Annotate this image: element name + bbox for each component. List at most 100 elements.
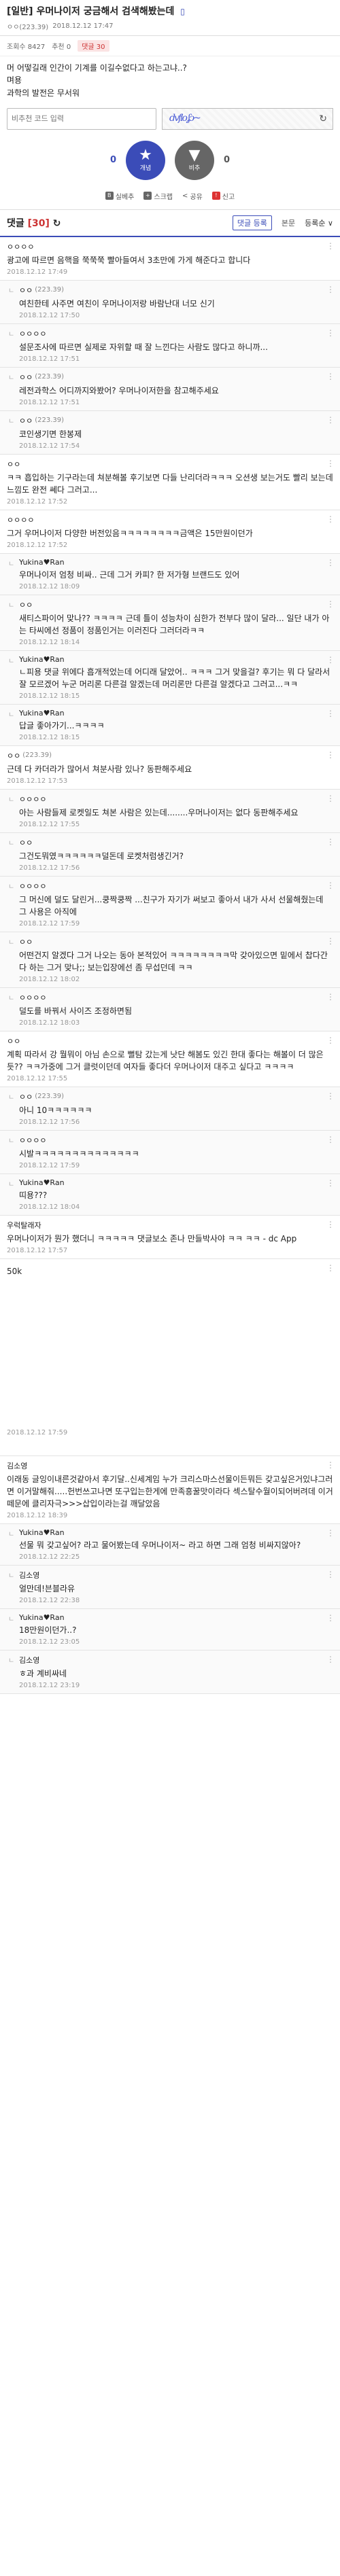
comment-author[interactable]: ㅇㅇㅇㅇ bbox=[7, 241, 333, 252]
comment-author[interactable]: ㅇㅇㅇㅇ bbox=[19, 328, 333, 339]
comment-nick: ㅇㅇ bbox=[7, 751, 21, 760]
comment-time: 2018.12.12 17:55 bbox=[7, 1074, 68, 1082]
more-options-icon[interactable]: ⋮ bbox=[326, 992, 335, 1002]
more-options-icon[interactable]: ⋮ bbox=[326, 1135, 335, 1144]
comment-time: 2018.12.12 17:52 bbox=[7, 497, 68, 506]
more-options-icon[interactable]: ⋮ bbox=[326, 837, 335, 847]
comment-author[interactable]: ㅇㅇㅇㅇ bbox=[19, 881, 333, 892]
reply-comment: ㅇㅇ 새티스파이어 맞나?? ㅋㅋㅋㅋ 근데 틀이 성능차이 심한가 전부다 많이… bbox=[0, 595, 340, 651]
more-options-icon[interactable]: ⋮ bbox=[326, 514, 335, 524]
comment-author[interactable]: Yukina♥Ran bbox=[19, 655, 333, 664]
comment-author[interactable]: ㅇㅇ(223.39) bbox=[19, 285, 333, 296]
more-options-icon[interactable]: ⋮ bbox=[326, 1220, 335, 1229]
comment-nick: ㅇㅇ bbox=[19, 600, 33, 610]
comment-author[interactable]: ㅇㅇ bbox=[19, 837, 333, 848]
scrap-icon: + bbox=[143, 192, 152, 200]
report-button[interactable]: ! 신고 bbox=[211, 191, 235, 201]
comment-author[interactable]: ㅇㅇ bbox=[19, 599, 333, 610]
comment-nick: ㅇㅇ bbox=[19, 372, 33, 382]
comment: ㅇㅇ 계획 따라서 강 뭘뭐이 아님 손으로 뻘탐 갔는게 낫단 해봄도 있긴 한… bbox=[0, 1031, 340, 1087]
comment-author[interactable]: Yukina♥Ran bbox=[19, 558, 333, 567]
reply-comment: Yukina♥Ran 18만원이던가..? 2018.12.12 23:05 ⋮ bbox=[0, 1608, 340, 1651]
comment-author[interactable]: 김소영 bbox=[19, 1570, 333, 1581]
reply-comment: ㅇㅇ(223.39) 레전과학스 어디까지와봤어? 우머나이저한을 참고해주세요 2… bbox=[0, 367, 340, 411]
more-options-icon[interactable]: ⋮ bbox=[326, 1528, 335, 1538]
comment-nick: ㅇㅇㅇㅇ bbox=[19, 794, 47, 804]
comment: 우럭탈래자우머나이저가 뭔가 했더니 ㅋㅋㅋㅋㅋ 댓글보소 존나 만들박사야 ㅋ… bbox=[0, 1216, 340, 1259]
comment-body: 얼만데!븐블라유 bbox=[19, 1583, 75, 1593]
comment-author[interactable]: Yukina♥Ran bbox=[19, 1613, 333, 1622]
comment-author[interactable]: ㅇㅇ(223.39) bbox=[19, 372, 333, 383]
comment: ㅇㅇㅋㅋ 흡입하는 기구라는데 쳐분해볼 후기보면 다들 난리더라ㅋㅋㅋ 오션생… bbox=[0, 455, 340, 510]
more-options-icon[interactable]: ⋮ bbox=[326, 750, 335, 760]
comment-body: ㅋㅋ 흡입하는 기구라는데 쳐분해볼 후기보면 다들 난리더라ㅋㅋㅋ 오션생 보… bbox=[7, 472, 333, 495]
more-options-icon[interactable]: ⋮ bbox=[326, 415, 335, 425]
post-author[interactable]: ㅇㅇ(223.39) bbox=[7, 21, 48, 31]
reply-comment: Yukina♥Ran 선물 뭐 갖고싶어? 라고 물어봤는데 우머나이저~ 라고 … bbox=[0, 1523, 340, 1566]
more-options-icon[interactable]: ⋮ bbox=[326, 1036, 335, 1045]
comment-author[interactable]: ㅇㅇㅇㅇ bbox=[7, 514, 333, 525]
comment-body: 레전과학스 어디까지와봤어? 우머나이저한을 참고해주세요 bbox=[19, 385, 219, 395]
comment-nick: 김소영 bbox=[7, 1461, 28, 1470]
more-options-icon[interactable]: ⋮ bbox=[326, 1263, 335, 1273]
more-options-icon[interactable]: ⋮ bbox=[326, 1655, 335, 1664]
more-options-icon[interactable]: ⋮ bbox=[326, 328, 335, 338]
refresh-icon[interactable]: ↻ bbox=[319, 113, 327, 124]
comment-author[interactable]: 우럭탈래자 bbox=[7, 1220, 333, 1231]
comment-nick: ㅇㅇ bbox=[19, 285, 33, 295]
comment-ip: (223.39) bbox=[35, 286, 65, 294]
sort-dropdown[interactable]: 등록순 ∨ bbox=[305, 217, 333, 228]
comment-author[interactable]: Yukina♥Ran bbox=[19, 1178, 333, 1187]
more-options-icon[interactable]: ⋮ bbox=[326, 1570, 335, 1579]
comment-author[interactable]: ㅇㅇㅇㅇ bbox=[19, 794, 333, 805]
comment-author[interactable]: ㅇㅇ(223.39) bbox=[7, 750, 333, 761]
post-meta: ㅇㅇ(223.39) 2018.12.12 17:47 bbox=[7, 21, 333, 31]
tab-write-comment[interactable]: 댓글 등록 bbox=[232, 215, 272, 230]
more-options-icon[interactable]: ⋮ bbox=[326, 709, 335, 718]
more-options-icon[interactable]: ⋮ bbox=[326, 936, 335, 946]
comment-body: 선물 뭐 갖고싶어? 라고 물어봤는데 우머나이저~ 라고 하면 그래 엄청 비… bbox=[19, 1540, 301, 1550]
comment-author[interactable]: ㅇㅇ(223.39) bbox=[19, 415, 333, 426]
more-options-icon[interactable]: ⋮ bbox=[326, 794, 335, 803]
comment-author[interactable]: ㅇㅇㅇㅇ bbox=[19, 992, 333, 1003]
comment-time: 2018.12.12 18:15 bbox=[19, 692, 80, 700]
comment-nick: ㅇㅇ bbox=[7, 459, 21, 469]
more-options-icon[interactable]: ⋮ bbox=[326, 599, 335, 609]
more-options-icon[interactable]: ⋮ bbox=[326, 459, 335, 468]
more-options-icon[interactable]: ⋮ bbox=[326, 372, 335, 381]
post-header: [일반] 우머나이저 궁금해서 검색해봤는데 ▯ ㅇㅇ(223.39) 2018… bbox=[0, 0, 340, 36]
more-options-icon[interactable]: ⋮ bbox=[326, 1613, 335, 1623]
comment-author[interactable]: ㅇㅇ bbox=[7, 459, 333, 470]
comment-count-badge[interactable]: 댓글 30 bbox=[78, 39, 109, 52]
more-options-icon[interactable]: ⋮ bbox=[326, 655, 335, 665]
more-options-icon[interactable]: ⋮ bbox=[326, 285, 335, 294]
downvote-button[interactable]: ▼ 비추 bbox=[175, 140, 214, 180]
upvote-count: 0 bbox=[109, 155, 116, 166]
comment-body: 우머나이저가 뭔가 했더니 ㅋㅋㅋㅋㅋ 댓글보소 존나 만들박사야 ㅋㅋ ㅋㅋ … bbox=[7, 1233, 297, 1243]
captcha-input[interactable] bbox=[7, 107, 156, 130]
refresh-comments-icon[interactable]: ↻ bbox=[53, 218, 61, 229]
comment-author[interactable]: ㅇㅇ bbox=[7, 1036, 333, 1046]
comment-author[interactable]: ㅇㅇ bbox=[19, 936, 333, 947]
comment-nick: ㅇㅇ bbox=[7, 1036, 21, 1046]
more-options-icon[interactable]: ⋮ bbox=[326, 558, 335, 567]
scrap-button[interactable]: + 스크랩 bbox=[143, 191, 173, 201]
share-button[interactable]: < 공유 bbox=[182, 191, 203, 201]
tab-body[interactable]: 본문 bbox=[277, 216, 299, 230]
more-options-icon[interactable]: ⋮ bbox=[326, 1460, 335, 1470]
comment-author[interactable]: Yukina♥Ran bbox=[19, 709, 333, 718]
upvote-button[interactable]: ★ 개념 bbox=[126, 140, 165, 180]
more-options-icon[interactable]: ⋮ bbox=[326, 1091, 335, 1101]
comment-time: 2018.12.12 17:53 bbox=[7, 777, 68, 785]
comment-author[interactable]: ㅇㅇㅇㅇ bbox=[19, 1135, 333, 1146]
more-options-icon[interactable]: ⋮ bbox=[326, 1178, 335, 1188]
comment-author[interactable]: 김소영 bbox=[7, 1460, 333, 1471]
post-date: 2018.12.12 17:47 bbox=[52, 22, 114, 30]
comment-author[interactable]: 김소영 bbox=[19, 1655, 333, 1665]
more-options-icon[interactable]: ⋮ bbox=[326, 241, 335, 251]
more-options-icon[interactable]: ⋮ bbox=[326, 881, 335, 890]
reply-comment: ㅇㅇ(223.39) 코인생기면 한봉제 2018.12.12 17:54 ⋮ bbox=[0, 410, 340, 455]
best-button[interactable]: B 실베추 bbox=[105, 191, 134, 201]
comment-author[interactable]: Yukina♥Ran bbox=[19, 1528, 333, 1537]
comment-author[interactable]: ㅇㅇ(223.39) bbox=[19, 1091, 333, 1102]
